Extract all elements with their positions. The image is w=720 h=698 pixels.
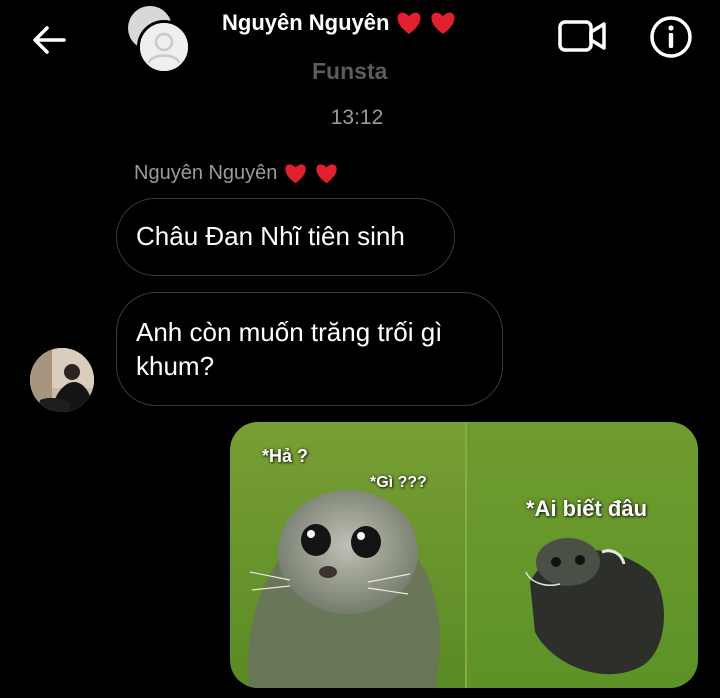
sender-label-text: Nguyên Nguyên bbox=[134, 162, 278, 184]
video-camera-icon bbox=[558, 20, 606, 52]
message-text: Anh còn muốn trăng trối gì khum? bbox=[136, 317, 443, 381]
chat-subtitle: Funsta bbox=[312, 58, 388, 84]
avatar-front bbox=[137, 20, 191, 74]
default-user-icon bbox=[140, 23, 188, 71]
group-avatar[interactable] bbox=[124, 6, 194, 76]
sender-label: Nguyên Nguyên bbox=[134, 162, 339, 185]
message-bubble[interactable]: Anh còn muốn trăng trối gì khum? bbox=[116, 292, 503, 406]
info-button[interactable] bbox=[648, 14, 698, 60]
contact-name[interactable]: Nguyên Nguyên bbox=[222, 10, 457, 36]
heart-icon bbox=[431, 12, 456, 34]
meme-caption: *Ai biết đâu bbox=[526, 496, 648, 521]
image-message[interactable]: *Hả ? *Gì ??? *Ai biết đâu bbox=[230, 422, 698, 688]
info-icon bbox=[650, 16, 692, 58]
message-timestamp: 13:12 bbox=[330, 106, 384, 129]
contact-name-text: Nguyên Nguyên bbox=[222, 10, 390, 35]
contact-avatar[interactable] bbox=[30, 348, 94, 412]
heart-icon bbox=[285, 164, 307, 184]
heart-icon bbox=[397, 12, 422, 34]
arrow-left-icon bbox=[33, 26, 66, 54]
heart-icon bbox=[316, 164, 338, 184]
video-call-button[interactable] bbox=[556, 14, 612, 60]
message-text: Châu Đan Nhĩ tiên sinh bbox=[136, 221, 405, 251]
message-bubble[interactable]: Châu Đan Nhĩ tiên sinh bbox=[116, 198, 455, 276]
avatar-photo bbox=[30, 348, 94, 412]
back-button[interactable] bbox=[24, 18, 74, 62]
meme-caption: *Gì ??? bbox=[370, 474, 427, 491]
meme-caption: *Hả ? bbox=[262, 446, 309, 466]
